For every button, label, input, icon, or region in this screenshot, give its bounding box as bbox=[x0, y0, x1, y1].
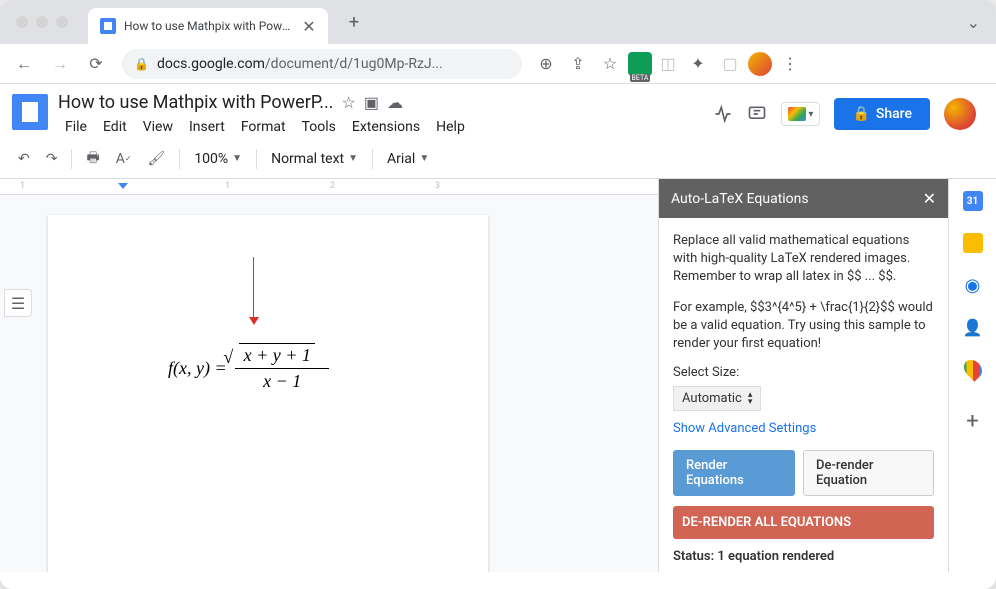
menu-insert[interactable]: Insert bbox=[182, 115, 232, 139]
advanced-settings-link[interactable]: Show Advanced Settings bbox=[673, 421, 934, 436]
comments-icon[interactable] bbox=[747, 104, 767, 124]
undo-button[interactable]: ↶ bbox=[12, 147, 36, 171]
browser-menu-icon[interactable]: ⋮ bbox=[776, 50, 804, 78]
outline-toggle-icon[interactable]: ☰ bbox=[4, 289, 32, 317]
font-select[interactable]: Arial▼ bbox=[381, 147, 435, 171]
beta-badge: BETA bbox=[630, 74, 651, 82]
menu-format[interactable]: Format bbox=[234, 115, 293, 139]
reload-button[interactable]: ⟳ bbox=[80, 48, 112, 80]
extensions-puzzle-icon[interactable]: ✦ bbox=[684, 50, 712, 78]
menu-view[interactable]: View bbox=[136, 115, 180, 139]
stepper-icon: ▴▾ bbox=[748, 392, 753, 406]
keep-icon[interactable] bbox=[963, 233, 983, 253]
spellcheck-button[interactable]: A✓ bbox=[110, 147, 138, 171]
docs-header: How to use Mathpix with PowerP... ☆ ▣ ☁ … bbox=[0, 84, 996, 139]
equation-denominator: x − 1 bbox=[235, 369, 329, 392]
star-document-icon[interactable]: ☆ bbox=[342, 93, 356, 112]
docs-favicon bbox=[100, 18, 116, 34]
addon-sidebar: Auto-LaTeX Equations ✕ Replace all valid… bbox=[658, 179, 948, 572]
derender-all-button[interactable]: DE-RENDER ALL EQUATIONS bbox=[673, 506, 934, 539]
style-select[interactable]: Normal text▼ bbox=[265, 147, 364, 171]
rendered-equation[interactable]: f(x, y) = x + y + 1 √ x − 1 bbox=[168, 345, 329, 392]
url-box[interactable]: 🔒 docs.google.com/document/d/1ug0Mp-RzJ.… bbox=[122, 49, 522, 79]
url-text: docs.google.com/document/d/1ug0Mp-RzJ... bbox=[157, 56, 443, 72]
equation-lhs: f(x, y) = bbox=[168, 358, 227, 379]
sidebar-example-text: For example, $$3^{4^5} + \frac{1}{2}$$ w… bbox=[673, 299, 934, 354]
lock-share-icon: 🔒 bbox=[852, 106, 869, 122]
move-document-icon[interactable]: ▣ bbox=[364, 93, 379, 112]
meet-camera-icon bbox=[788, 107, 806, 121]
browser-tab[interactable]: How to use Mathpix with PowerP... ✕ bbox=[88, 8, 328, 44]
render-equations-button[interactable]: Render Equations bbox=[673, 450, 795, 496]
add-addon-icon[interactable]: + bbox=[963, 411, 983, 431]
share-button[interactable]: 🔒 Share bbox=[834, 98, 930, 130]
tasks-icon[interactable]: ◉ bbox=[963, 275, 983, 295]
window-controls bbox=[16, 16, 68, 28]
status-text: Status: 1 equation rendered bbox=[673, 549, 934, 564]
activity-icon[interactable] bbox=[713, 104, 733, 124]
sidebar-intro-text: Replace all valid mathematical equations… bbox=[673, 232, 934, 287]
star-icon[interactable]: ☆ bbox=[596, 50, 624, 78]
derender-equation-button[interactable]: De-render Equation bbox=[803, 450, 934, 496]
back-button[interactable]: ← bbox=[8, 48, 40, 80]
docs-toolbar: ↶ ↷ 🖶 A✓ 🖌 100%▼ Normal text▼ Arial▼ bbox=[0, 139, 996, 179]
profile-avatar[interactable] bbox=[748, 52, 772, 76]
sidebar-header: Auto-LaTeX Equations ✕ bbox=[659, 179, 948, 218]
menu-help[interactable]: Help bbox=[429, 115, 472, 139]
size-select[interactable]: Automatic ▴▾ bbox=[673, 386, 761, 411]
account-avatar[interactable] bbox=[944, 98, 976, 130]
minimize-window[interactable] bbox=[36, 16, 48, 28]
menu-extensions[interactable]: Extensions bbox=[345, 115, 427, 139]
new-tab-button[interactable]: + bbox=[340, 8, 368, 36]
extension-square-icon[interactable]: ▢ bbox=[716, 50, 744, 78]
document-title[interactable]: How to use Mathpix with PowerP... bbox=[58, 92, 334, 113]
size-label: Select Size: bbox=[673, 365, 934, 380]
redo-button[interactable]: ↷ bbox=[40, 147, 64, 171]
paint-format-button[interactable]: 🖌 bbox=[142, 147, 172, 171]
docs-logo-icon[interactable] bbox=[12, 94, 48, 130]
share-page-icon[interactable]: ⇪ bbox=[564, 50, 592, 78]
menu-bar: File Edit View Insert Format Tools Exten… bbox=[58, 115, 703, 139]
document-page[interactable]: f(x, y) = x + y + 1 √ x − 1 bbox=[48, 215, 488, 572]
menu-file[interactable]: File bbox=[58, 115, 94, 139]
tab-overflow-icon[interactable]: ⌄ bbox=[967, 13, 980, 32]
address-bar: ← → ⟳ 🔒 docs.google.com/document/d/1ug0M… bbox=[0, 44, 996, 84]
calendar-icon[interactable]: 31 bbox=[963, 191, 983, 211]
document-canvas: 1 1 2 3 ☰ f(x, y) = x + y + 1 √ x − 1 bbox=[0, 179, 658, 572]
zoom-select[interactable]: 100%▼ bbox=[188, 147, 248, 171]
extension-icon[interactable]: ◫ bbox=[656, 52, 680, 76]
maps-icon[interactable] bbox=[963, 359, 983, 379]
cloud-status-icon[interactable]: ☁ bbox=[387, 93, 403, 112]
maximize-window[interactable] bbox=[56, 16, 68, 28]
indent-marker-icon[interactable] bbox=[118, 183, 128, 193]
print-button[interactable]: 🖶 bbox=[80, 143, 105, 175]
contacts-icon[interactable]: 👤 bbox=[963, 317, 983, 337]
extension-grammarly-icon[interactable]: BETA bbox=[628, 52, 652, 76]
equation-numerator: x + y + 1 √ bbox=[235, 345, 329, 369]
close-window[interactable] bbox=[16, 16, 28, 28]
close-sidebar-icon[interactable]: ✕ bbox=[923, 189, 936, 208]
meet-button[interactable]: ▾ bbox=[781, 102, 820, 126]
sidebar-title: Auto-LaTeX Equations bbox=[671, 191, 809, 207]
search-icon[interactable]: ⊕ bbox=[532, 50, 560, 78]
tab-title: How to use Mathpix with PowerP... bbox=[124, 19, 294, 33]
forward-button[interactable]: → bbox=[44, 48, 76, 80]
annotation-arrow bbox=[253, 257, 259, 325]
menu-edit[interactable]: Edit bbox=[96, 115, 134, 139]
side-panel-rail: 31 ◉ 👤 + bbox=[948, 179, 996, 572]
lock-icon: 🔒 bbox=[134, 57, 149, 71]
horizontal-ruler[interactable]: 1 1 2 3 bbox=[0, 179, 658, 195]
menu-tools[interactable]: Tools bbox=[295, 115, 343, 139]
browser-tab-strip: How to use Mathpix with PowerP... ✕ + ⌄ bbox=[0, 0, 996, 44]
close-tab-icon[interactable]: ✕ bbox=[302, 19, 316, 33]
